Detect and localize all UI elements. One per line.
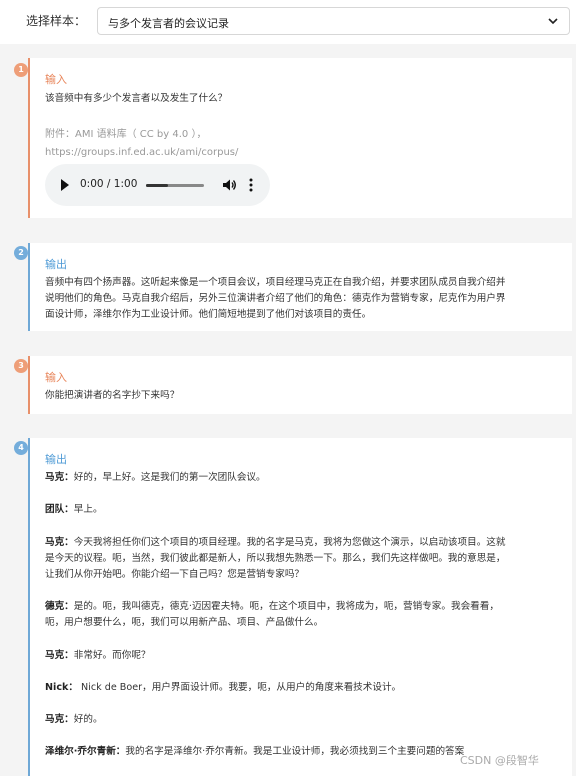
- audio-time: 0:00 / 1:00: [80, 178, 138, 190]
- speaker-name: 德克：: [45, 601, 74, 612]
- volume-icon[interactable]: [222, 178, 236, 192]
- dialogue-line: Nick： Nick de Boer，用户界面设计师。我要，呃，从用户的角度来看…: [45, 680, 560, 696]
- speaker-name: Nick：: [45, 682, 78, 693]
- input-card-1: 输入 该音频中有多少个发言者以及发生了什么？ 附件：AMI 语料库（ CC by…: [28, 58, 572, 218]
- speaker-name: 马克：: [45, 537, 74, 548]
- card-title: 输入: [45, 371, 67, 384]
- dialogue-line: 德克：是的。呃，我叫德克，德克·迈因霍夫特。呃，在这个项目中，我将成为，呃，营销…: [45, 599, 560, 615]
- speech-text: Nick de Boer，用户界面设计师。我要，呃，从用户的角度来看技术设计。: [77, 682, 402, 693]
- output-line: 说明他们的角色。马克自我介绍后，另外三位演讲者介绍了他们的角色：德克作为营销专家…: [45, 293, 506, 304]
- input-text: 你能把演讲者的名字抄下来吗？: [45, 390, 180, 401]
- speaker-name: 马克：: [45, 650, 74, 661]
- input-card-3: 输入 你能把演讲者的名字抄下来吗？: [28, 356, 572, 414]
- output-line: 音频中有四个扬声器。这听起来像是一个项目会议，项目经理马克正在自我介绍，并要求团…: [45, 277, 506, 288]
- audio-player: 0:00 / 1:00: [45, 164, 270, 206]
- speech-text: 呃，用户想要什么，呃，我们可以用新产品、项目、产品做什么。: [45, 617, 324, 628]
- speech-text: 好的，早上好。这是我们的第一次团队会议。: [73, 472, 266, 483]
- sample-select-bar: 选择样本： 与多个发言者的会议记录: [0, 0, 576, 44]
- audio-progress-fill: [146, 184, 169, 187]
- speech-text: 是的。呃，我叫德克，德克·迈因霍夫特。呃，在这个项目中，我将成为，呃，营销专家。…: [73, 601, 499, 612]
- dialogue-line: 团队：早上。: [45, 502, 560, 518]
- speech-text: 好的。: [73, 714, 103, 725]
- audio-progress-bar[interactable]: [146, 184, 204, 187]
- watermark: CSDN @段智华: [460, 754, 539, 767]
- output-card-4: 输出 马克：好的，早上好。这是我们的第一次团队会议。 团队：早上。 马克：今天我…: [28, 438, 572, 776]
- card-title: 输出: [45, 453, 67, 466]
- speaker-name: 泽维尔·乔尔青新：: [45, 746, 126, 757]
- play-icon[interactable]: [61, 179, 69, 191]
- step-badge: 3: [14, 359, 28, 373]
- dialogue-line: 马克：非常好。而你呢？: [45, 648, 560, 664]
- output-card-2: 输出 音频中有四个扬声器。这听起来像是一个项目会议，项目经理马克正在自我介绍，并…: [28, 243, 572, 331]
- select-label: 选择样本：: [26, 14, 87, 28]
- step-badge: 4: [14, 441, 28, 455]
- speaker-name: 马克：: [45, 472, 74, 483]
- card-title: 输出: [45, 258, 67, 271]
- sample-select[interactable]: 与多个发言者的会议记录: [97, 7, 570, 35]
- select-value: 与多个发言者的会议记录: [108, 17, 229, 30]
- dialogue-line: 马克：好的。: [45, 712, 560, 728]
- chevron-down-icon: [548, 18, 558, 25]
- speech-text: 早上。: [73, 504, 103, 515]
- speaker-name: 团队：: [45, 504, 74, 515]
- speech-text: 让我们从你开始吧。你能介绍一下自己吗？您是营销专家吗？: [45, 569, 305, 580]
- more-options-icon[interactable]: [248, 178, 254, 192]
- speaker-name: 马克：: [45, 714, 74, 725]
- card-title: 输入: [45, 73, 67, 86]
- input-text: 该音频中有多少个发言者以及发生了什么？: [45, 93, 228, 104]
- step-badge: 2: [14, 246, 28, 260]
- step-badge: 1: [14, 63, 28, 77]
- attachment-url[interactable]: https://groups.inf.ed.ac.uk/ami/corpus/: [45, 144, 238, 162]
- dialogue-line: 马克：好的，早上好。这是我们的第一次团队会议。: [45, 470, 560, 486]
- speech-text: 我的名字是泽维尔·乔尔青新。我是工业设计师，我必须找到三个主要问题的答案: [125, 746, 465, 757]
- attachment-line: 附件：AMI 语料库（ CC by 4.0 ），: [45, 129, 207, 140]
- output-line: 面设计师，泽维尔作为工业设计师。他们简短地提到了他们对该项目的责任。: [45, 309, 372, 320]
- dialogue-line: 马克：今天我将担任你们这个项目的项目经理。我的名字是马克，我将为您做这个演示，以…: [45, 535, 560, 551]
- speech-text: 非常好。而你呢？: [73, 650, 151, 661]
- speech-text: 今天我将担任你们这个项目的项目经理。我的名字是马克，我将为您做这个演示，以启动该…: [73, 537, 506, 548]
- speech-text: 是今天的议程。呃，当然，我们彼此都是新人，所以我想先熟悉一下。那么，我们先这样做…: [45, 553, 506, 564]
